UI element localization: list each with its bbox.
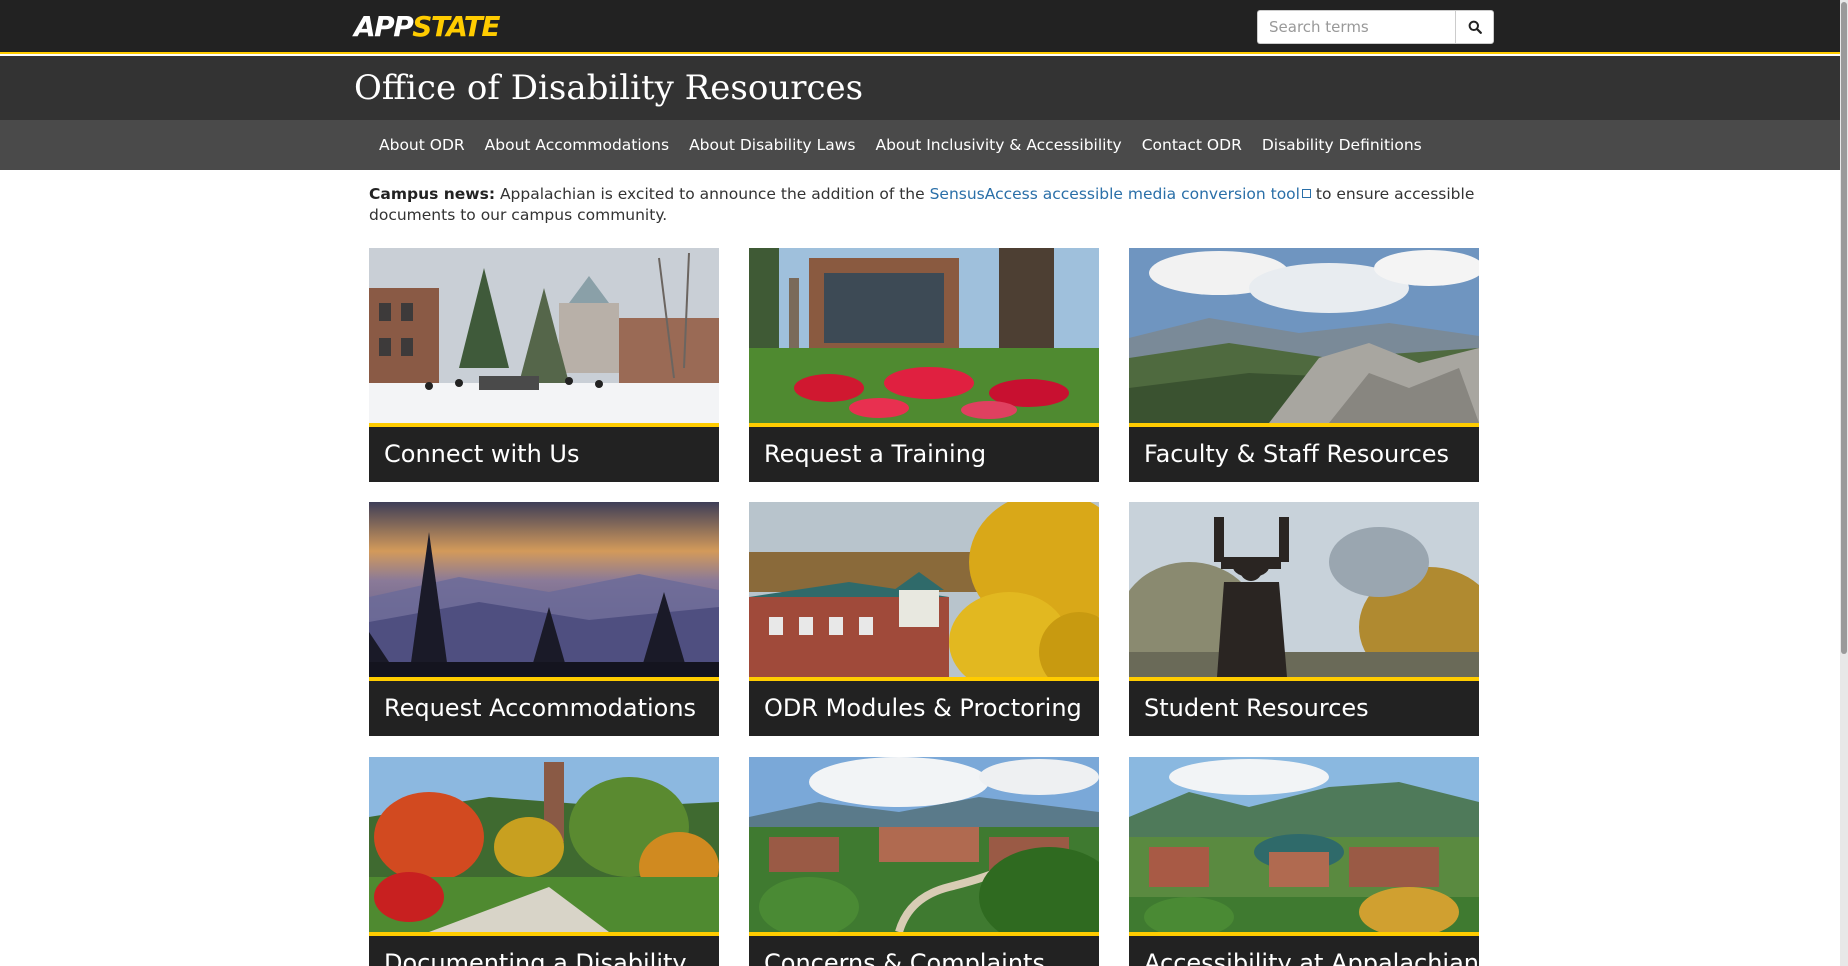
logo-app-text: APP [354, 10, 414, 43]
card-label: Faculty & Staff Resources [1129, 427, 1479, 482]
mountain-overlook-photo [1129, 248, 1479, 423]
snowy-campus-photo [369, 248, 719, 423]
campus-mountain-aerial-photo [1129, 757, 1479, 932]
card-request-a-training[interactable]: Request a Training [749, 248, 1099, 482]
card-label: Connect with Us [369, 427, 719, 482]
card-documenting-a-disability[interactable]: Documenting a Disability [369, 757, 719, 966]
nav-item-about-disability-laws[interactable]: About Disability Laws [679, 120, 865, 170]
autumn-leaves-building-photo [749, 502, 1099, 677]
nav-item-about-inclusivity[interactable]: About Inclusivity & Accessibility [865, 120, 1131, 170]
site-title[interactable]: Office of Disability Resources [354, 66, 863, 110]
card-request-accommodations[interactable]: Request Accommodations [369, 502, 719, 736]
card-faculty-staff-resources[interactable]: Faculty & Staff Resources [1129, 248, 1479, 482]
bell-tower-autumn-photo [369, 757, 719, 932]
appstate-logo[interactable]: APPSTATE [354, 10, 501, 43]
card-label: Accessibility at Appalachian [1129, 936, 1479, 966]
scrollbar-thumb[interactable] [1841, 2, 1847, 654]
card-label: Request a Training [749, 427, 1099, 482]
card-label: ODR Modules & Proctoring [749, 681, 1099, 736]
campus-news: Campus news: Appalachian is excited to a… [369, 184, 1479, 226]
site-title-bar: Office of Disability Resources [0, 56, 1848, 120]
card-accessibility-at-appalachian[interactable]: Accessibility at Appalachian [1129, 757, 1479, 966]
search-form [1257, 10, 1494, 44]
search-icon [1468, 20, 1482, 34]
card-label: Documenting a Disability [369, 936, 719, 966]
top-bar: APPSTATE [0, 0, 1848, 54]
main-nav: About ODR About Accommodations About Dis… [369, 120, 1432, 170]
card-connect-with-us[interactable]: Connect with Us [369, 248, 719, 482]
nav-item-disability-definitions[interactable]: Disability Definitions [1252, 120, 1432, 170]
page-scrollbar[interactable] [1840, 0, 1848, 966]
card-label: Concerns & Complaints [749, 936, 1099, 966]
campus-aerial-photo [749, 757, 1099, 932]
sunset-ridges-photo [369, 502, 719, 677]
search-button[interactable] [1455, 10, 1494, 44]
card-student-resources[interactable]: Student Resources [1129, 502, 1479, 736]
red-tulips-building-photo [749, 248, 1099, 423]
campus-news-lead: Campus news: [369, 185, 496, 203]
main-nav-bar: About ODR About Accommodations About Dis… [0, 120, 1848, 170]
nav-item-about-odr[interactable]: About ODR [369, 120, 475, 170]
yosef-statue-photo [1129, 502, 1479, 677]
card-concerns-complaints[interactable]: Concerns & Complaints [749, 757, 1099, 966]
card-odr-modules-proctoring[interactable]: ODR Modules & Proctoring [749, 502, 1099, 736]
card-label: Request Accommodations [369, 681, 719, 736]
sensusaccess-link[interactable]: SensusAccess accessible media conversion… [930, 185, 1311, 203]
search-input[interactable] [1257, 10, 1455, 44]
card-label: Student Resources [1129, 681, 1479, 736]
campus-news-text-before: Appalachian is excited to announce the a… [495, 185, 930, 203]
logo-state-text: STATE [412, 10, 500, 43]
sensusaccess-link-text: SensusAccess accessible media conversion… [929, 185, 1300, 203]
nav-item-about-accommodations[interactable]: About Accommodations [475, 120, 679, 170]
nav-item-contact-odr[interactable]: Contact ODR [1132, 120, 1252, 170]
external-link-icon [1301, 189, 1311, 198]
